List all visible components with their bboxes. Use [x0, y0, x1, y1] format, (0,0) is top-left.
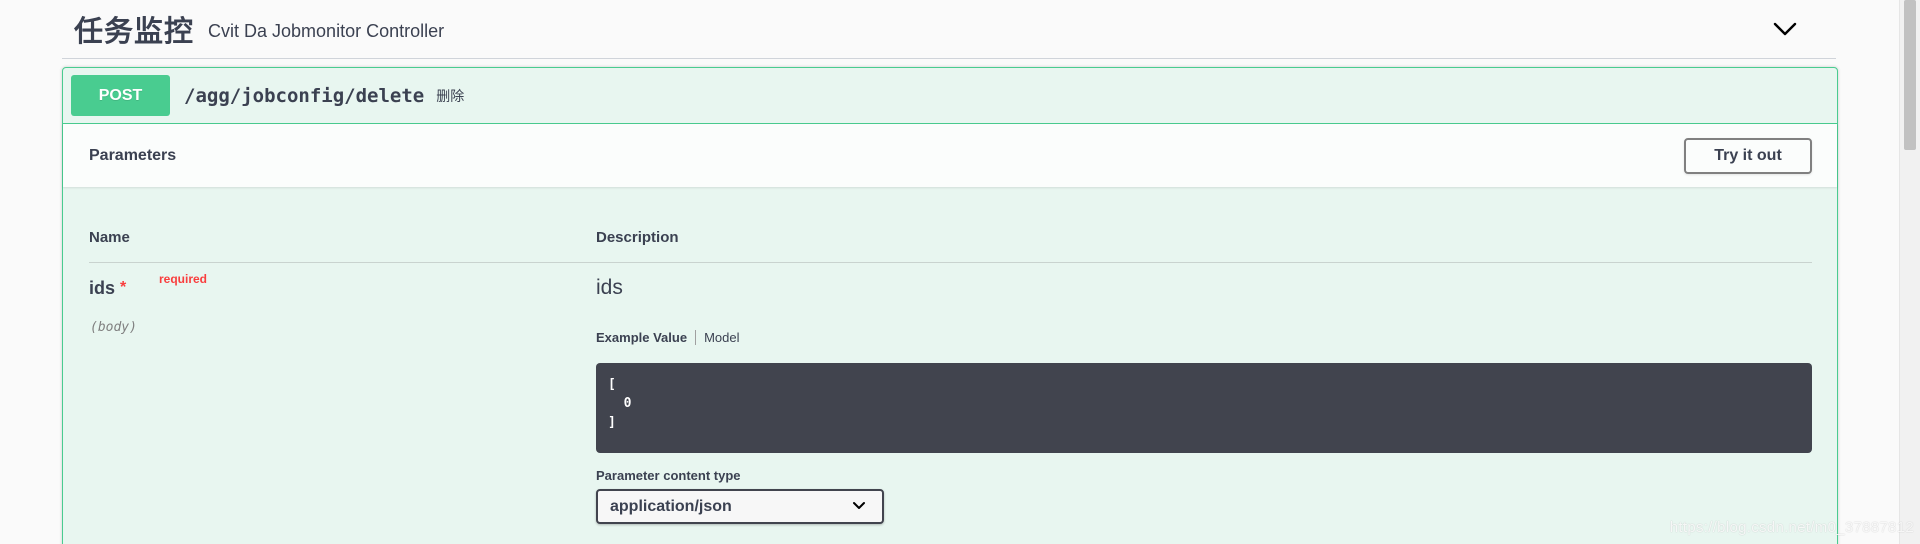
required-star: *	[120, 279, 127, 296]
parameters-title: Parameters	[89, 146, 177, 164]
try-it-out-button[interactable]: Try it out	[1684, 138, 1812, 174]
column-name-header: Name	[89, 229, 130, 246]
header-divider	[89, 262, 1812, 263]
method-badge: POST	[71, 75, 170, 116]
endpoint-summary: 删除	[436, 88, 465, 105]
parameters-header: Parameters Try it out	[63, 124, 1837, 187]
tab-example-value[interactable]: Example Value	[596, 330, 697, 345]
param-name: ids * required	[89, 272, 207, 299]
opblock-post: POST /agg/jobconfig/delete 删除 Parameters…	[62, 67, 1838, 544]
tag-header[interactable]: 任务监控 Cvit Da Jobmonitor Controller	[62, 0, 1836, 59]
required-label: required	[159, 272, 208, 286]
param-name-label: ids	[89, 278, 116, 298]
tag-description: Cvit Da Jobmonitor Controller	[208, 20, 445, 41]
content-type-select[interactable]: application/json	[596, 489, 884, 524]
tab-model[interactable]: Model	[696, 330, 739, 345]
tag-title: 任务监控	[74, 14, 195, 48]
endpoint-path: /agg/jobconfig/delete	[184, 84, 425, 107]
chevron-down-icon	[853, 502, 865, 509]
param-location: (body)	[90, 320, 137, 335]
page-scrollbar[interactable]	[1899, 0, 1920, 544]
chevron-down-icon[interactable]	[1770, 14, 1800, 44]
watermark: https://blog.csdn.net/m0_37887812	[1669, 519, 1914, 536]
content-type-label: Parameter content type	[596, 468, 741, 483]
opblock-summary[interactable]: POST /agg/jobconfig/delete 删除	[63, 68, 1837, 124]
content-type-value: application/json	[610, 497, 732, 515]
swagger-page: 任务监控 Cvit Da Jobmonitor Controller POST …	[0, 0, 1920, 544]
column-description-header: Description	[596, 229, 679, 246]
param-description: ids	[596, 276, 623, 299]
example-value-code[interactable]: [ 0 ]	[596, 363, 1812, 453]
example-model-tabs: Example Value Model	[596, 330, 739, 345]
scrollbar-thumb[interactable]	[1904, 0, 1916, 150]
